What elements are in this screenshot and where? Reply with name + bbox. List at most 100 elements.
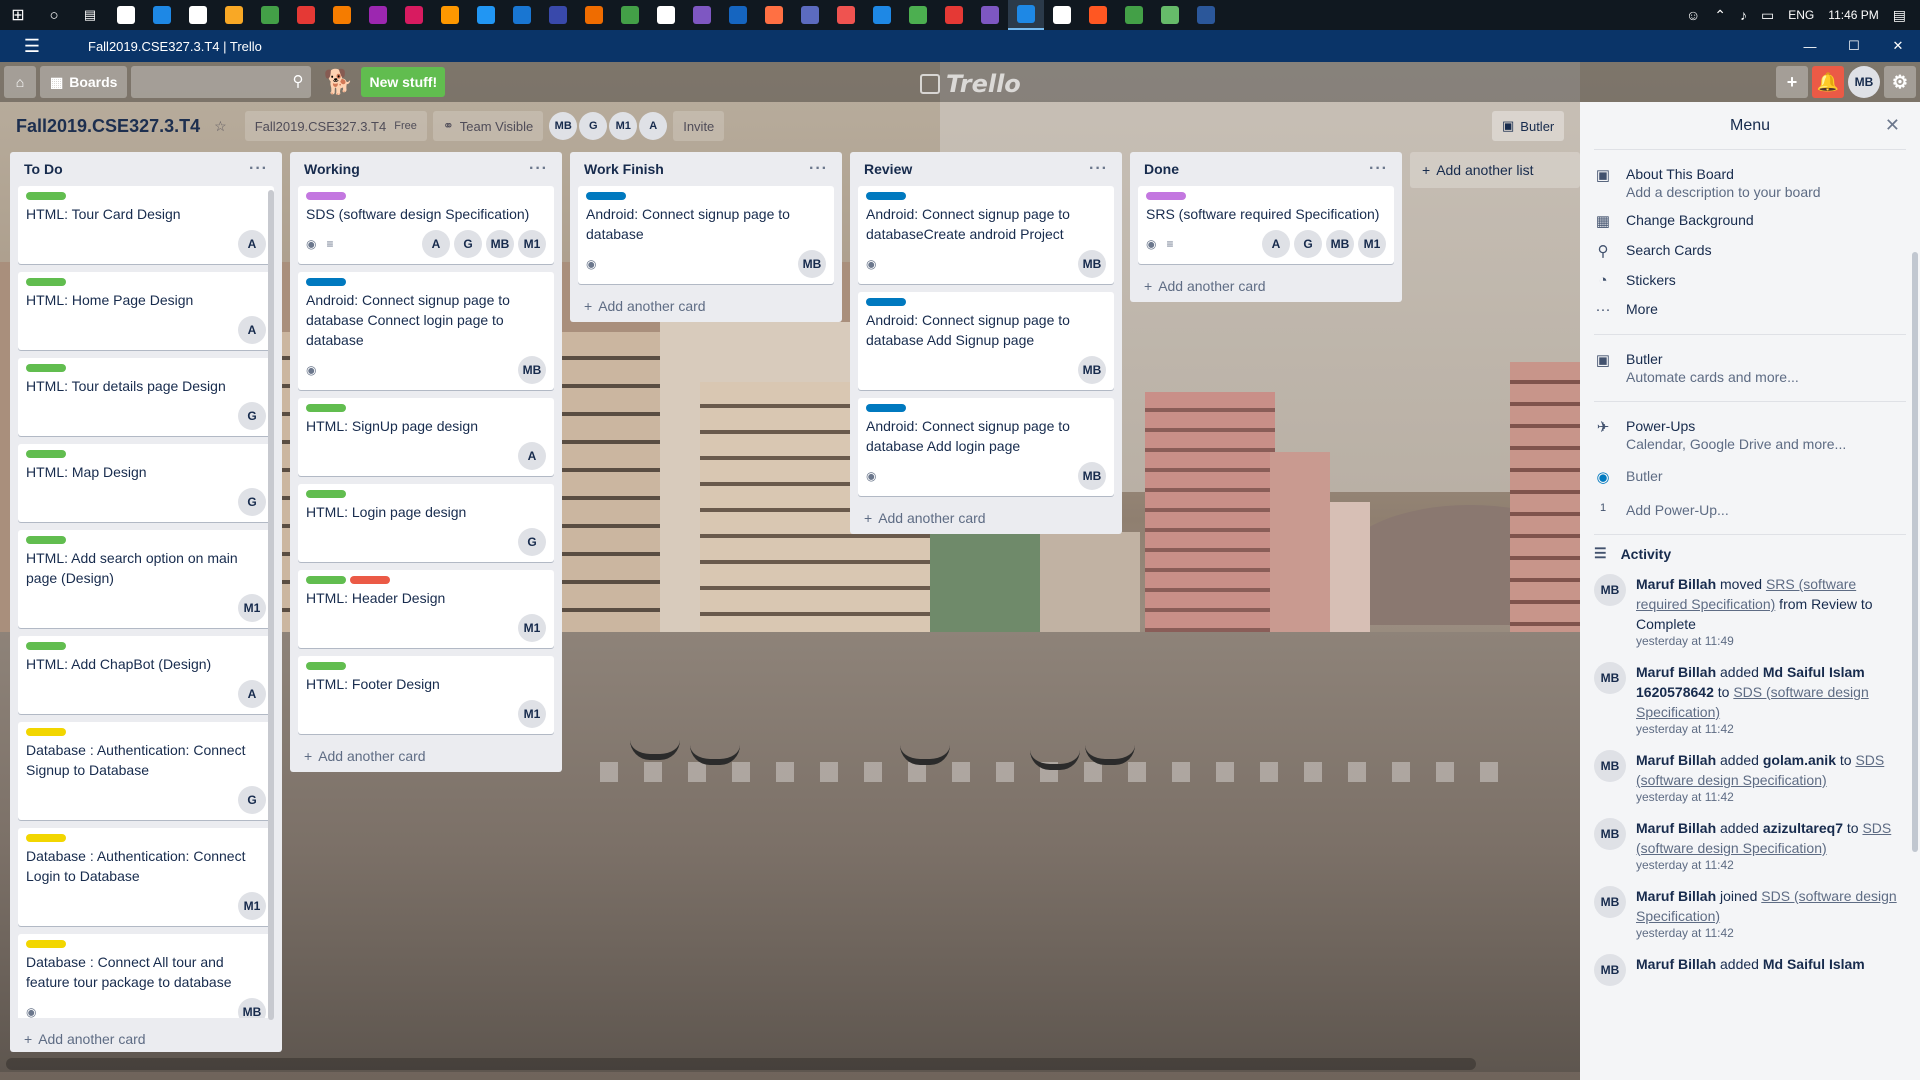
card[interactable]: Android: Connect signup page to database… — [298, 272, 554, 390]
chevron-up-icon[interactable]: ⌃ — [1714, 7, 1726, 24]
member-avatar[interactable]: MB — [549, 112, 578, 140]
card-label[interactable] — [26, 364, 66, 372]
card-label[interactable] — [1146, 192, 1186, 200]
card[interactable]: Database : Authentication: Connect Signu… — [18, 722, 274, 820]
activity-time[interactable]: yesterday at 11:42 — [1636, 858, 1906, 872]
member-avatar[interactable]: MB — [1078, 462, 1106, 490]
list-scrollbar[interactable] — [268, 190, 274, 1020]
list-header[interactable]: Review ··· — [858, 152, 1114, 186]
card[interactable]: Android: Connect signup page to database… — [858, 398, 1114, 496]
member-avatar[interactable]: A — [238, 316, 266, 344]
taskbar-app-icon[interactable] — [720, 0, 756, 30]
list-title[interactable]: Working — [304, 161, 360, 177]
member-avatar[interactable]: MB — [798, 250, 826, 278]
taskbar-app-icon[interactable] — [360, 0, 396, 30]
member-avatar[interactable]: M1 — [238, 892, 266, 920]
menu-item-butler-powerup[interactable]: ◉ Butler — [1594, 462, 1906, 492]
activity-user[interactable]: Maruf Billah — [1636, 752, 1716, 768]
member-avatar[interactable]: A — [518, 442, 546, 470]
people-icon[interactable]: ☺ — [1686, 7, 1700, 23]
member-avatar[interactable]: G — [238, 488, 266, 516]
card[interactable]: HTML: Tour details page Design G — [18, 358, 274, 436]
maximize-button[interactable]: ☐ — [1832, 30, 1876, 62]
card[interactable]: HTML: Login page design G — [298, 484, 554, 562]
taskbar-app-icon[interactable] — [756, 0, 792, 30]
taco-mascot-icon[interactable]: 🐕 — [319, 63, 357, 101]
taskbar-app-icon[interactable] — [468, 0, 504, 30]
member-avatar[interactable]: MB — [1078, 356, 1106, 384]
member-avatar[interactable]: M1 — [238, 594, 266, 622]
member-avatar[interactable]: G — [518, 528, 546, 556]
list-menu-icon[interactable]: ··· — [809, 160, 828, 178]
member-avatar[interactable]: A — [238, 680, 266, 708]
search-input[interactable]: ⚲ — [131, 66, 312, 98]
list-header[interactable]: Working ··· — [298, 152, 554, 186]
card[interactable]: Android: Connect signup page to database… — [858, 292, 1114, 390]
volume-icon[interactable]: ♪ — [1740, 7, 1747, 23]
team-button[interactable]: Fall2019.CSE327.3.T4 Free — [244, 111, 427, 141]
list-menu-icon[interactable]: ··· — [249, 160, 268, 178]
activity-avatar[interactable]: MB — [1594, 662, 1626, 694]
cortana-icon[interactable]: ○ — [36, 0, 72, 30]
member-avatar[interactable]: MB — [518, 356, 546, 384]
taskbar-app-icon[interactable] — [576, 0, 612, 30]
add-power-up-button[interactable]: 1 Add Power-Up... — [1594, 496, 1906, 524]
boards-button[interactable]: ▦ Boards — [40, 66, 128, 98]
card[interactable]: Android: Connect signup page to database… — [578, 186, 834, 284]
menu-item-more[interactable]: ··· More — [1594, 295, 1906, 324]
settings-button[interactable]: ⚙ — [1884, 66, 1916, 98]
taskbar-app-icon[interactable] — [1044, 0, 1080, 30]
member-avatar[interactable]: G — [454, 230, 482, 258]
card[interactable]: HTML: Add ChapBot (Design) A — [18, 636, 274, 714]
card[interactable]: SDS (software design Specification) ◉ ≡ A G M… — [298, 186, 554, 264]
visibility-button[interactable]: ⚭ Team Visible — [432, 111, 544, 141]
invite-button[interactable]: Invite — [673, 111, 725, 141]
task-view-icon[interactable]: ▤ — [72, 0, 108, 30]
list-title[interactable]: To Do — [24, 161, 63, 177]
notifications-icon[interactable]: ▤ — [1893, 7, 1906, 24]
card-label[interactable] — [306, 490, 346, 498]
taskbar-app-icon[interactable] — [1116, 0, 1152, 30]
list-header[interactable]: Done ··· — [1138, 152, 1394, 186]
member-avatar[interactable]: M1 — [1358, 230, 1386, 258]
activity-user[interactable]: Maruf Billah — [1636, 888, 1716, 904]
card-label[interactable] — [866, 192, 906, 200]
member-avatar[interactable]: G — [238, 786, 266, 814]
card-label[interactable] — [26, 940, 66, 948]
add-card-button[interactable]: + Add another card — [858, 504, 1114, 526]
card-label[interactable] — [866, 298, 906, 306]
card-label[interactable] — [26, 278, 66, 286]
member-avatar[interactable]: M1 — [518, 700, 546, 728]
card-label[interactable] — [306, 192, 346, 200]
member-avatar[interactable]: A — [1262, 230, 1290, 258]
activity-avatar[interactable]: MB — [1594, 886, 1626, 918]
board-name[interactable]: Fall2019.CSE327.3.T4 — [16, 116, 200, 137]
card[interactable]: HTML: Footer Design M1 — [298, 656, 554, 734]
taskbar-app-icon[interactable] — [396, 0, 432, 30]
list-menu-icon[interactable]: ··· — [529, 160, 548, 178]
taskbar-app-icon[interactable] — [684, 0, 720, 30]
taskbar-app-icon[interactable] — [900, 0, 936, 30]
card-label[interactable] — [26, 642, 66, 650]
card-label[interactable] — [866, 404, 906, 412]
taskbar-app-icon[interactable] — [108, 0, 144, 30]
taskbar-app-icon[interactable] — [288, 0, 324, 30]
add-card-button[interactable]: + Add another card — [578, 292, 834, 314]
taskbar-app-icon[interactable] — [828, 0, 864, 30]
menu-item-search-cards[interactable]: ⚲ Search Cards — [1594, 236, 1906, 266]
taskbar-app-icon[interactable] — [504, 0, 540, 30]
taskbar-app-icon[interactable] — [936, 0, 972, 30]
taskbar-app-icon[interactable] — [1188, 0, 1224, 30]
member-avatar[interactable]: MB — [1326, 230, 1354, 258]
taskbar-app-icon[interactable] — [180, 0, 216, 30]
menu-item-about-this-board[interactable]: ▣ About This Board Add a description to yo… — [1594, 160, 1906, 206]
card-label[interactable] — [26, 536, 66, 544]
add-card-button[interactable]: + Add another card — [1138, 272, 1394, 294]
menu-item-power-ups[interactable]: ✈ Power-Ups Calendar, Google Drive and m… — [1594, 412, 1906, 458]
add-card-button[interactable]: + Add another card — [298, 742, 554, 764]
taskbar-app-icon[interactable] — [1008, 0, 1044, 30]
language-indicator[interactable]: ENG — [1788, 8, 1814, 22]
taskbar-app-icon[interactable] — [540, 0, 576, 30]
card[interactable]: Android: Connect signup page to database… — [858, 186, 1114, 284]
member-avatar[interactable]: M1 — [518, 230, 546, 258]
